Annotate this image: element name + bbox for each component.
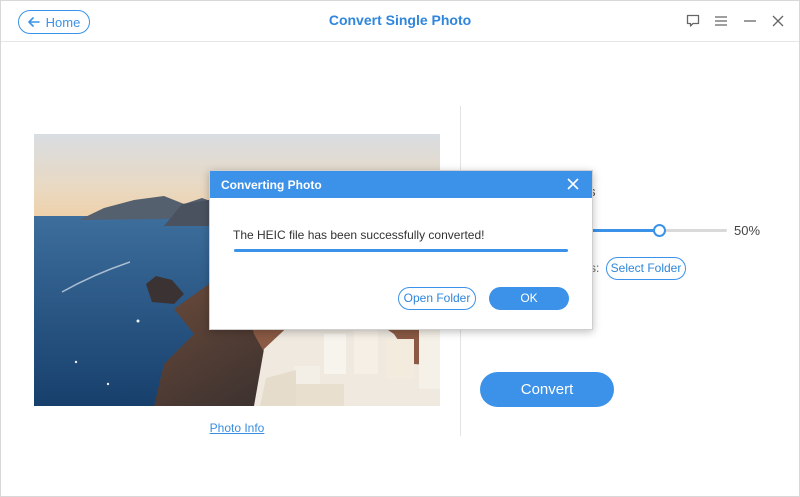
- app-window: Home Convert Single Photo Photo Info 50%…: [0, 0, 800, 497]
- photo-info-link[interactable]: Photo Info: [1, 421, 473, 435]
- conversion-progress-fill: [234, 249, 568, 252]
- quality-slider-fill: [591, 229, 659, 232]
- open-folder-button[interactable]: Open Folder: [398, 287, 476, 310]
- feedback-icon[interactable]: [685, 13, 701, 29]
- photo-info-label: Photo Info: [209, 421, 265, 435]
- minimize-icon[interactable]: [742, 13, 758, 29]
- converting-dialog: Converting Photo The HEIC file has been …: [209, 170, 593, 330]
- quality-value: 50%: [734, 223, 761, 238]
- dialog-close-icon[interactable]: [566, 177, 580, 191]
- menu-icon[interactable]: [713, 13, 729, 29]
- ok-button[interactable]: OK: [489, 287, 569, 310]
- close-icon[interactable]: [770, 13, 786, 29]
- quality-slider-thumb[interactable]: [653, 224, 666, 237]
- dialog-title: Converting Photo: [221, 178, 322, 192]
- dialog-header: Converting Photo: [210, 171, 592, 198]
- convert-button[interactable]: Convert: [480, 372, 614, 407]
- dialog-message: The HEIC file has been successfully conv…: [233, 228, 485, 242]
- quality-slider[interactable]: [591, 224, 727, 237]
- conversion-progress-bar: [234, 249, 568, 252]
- title-bar: Home Convert Single Photo: [1, 1, 799, 42]
- select-folder-button[interactable]: Select Folder: [606, 257, 686, 280]
- page-title: Convert Single Photo: [328, 12, 472, 28]
